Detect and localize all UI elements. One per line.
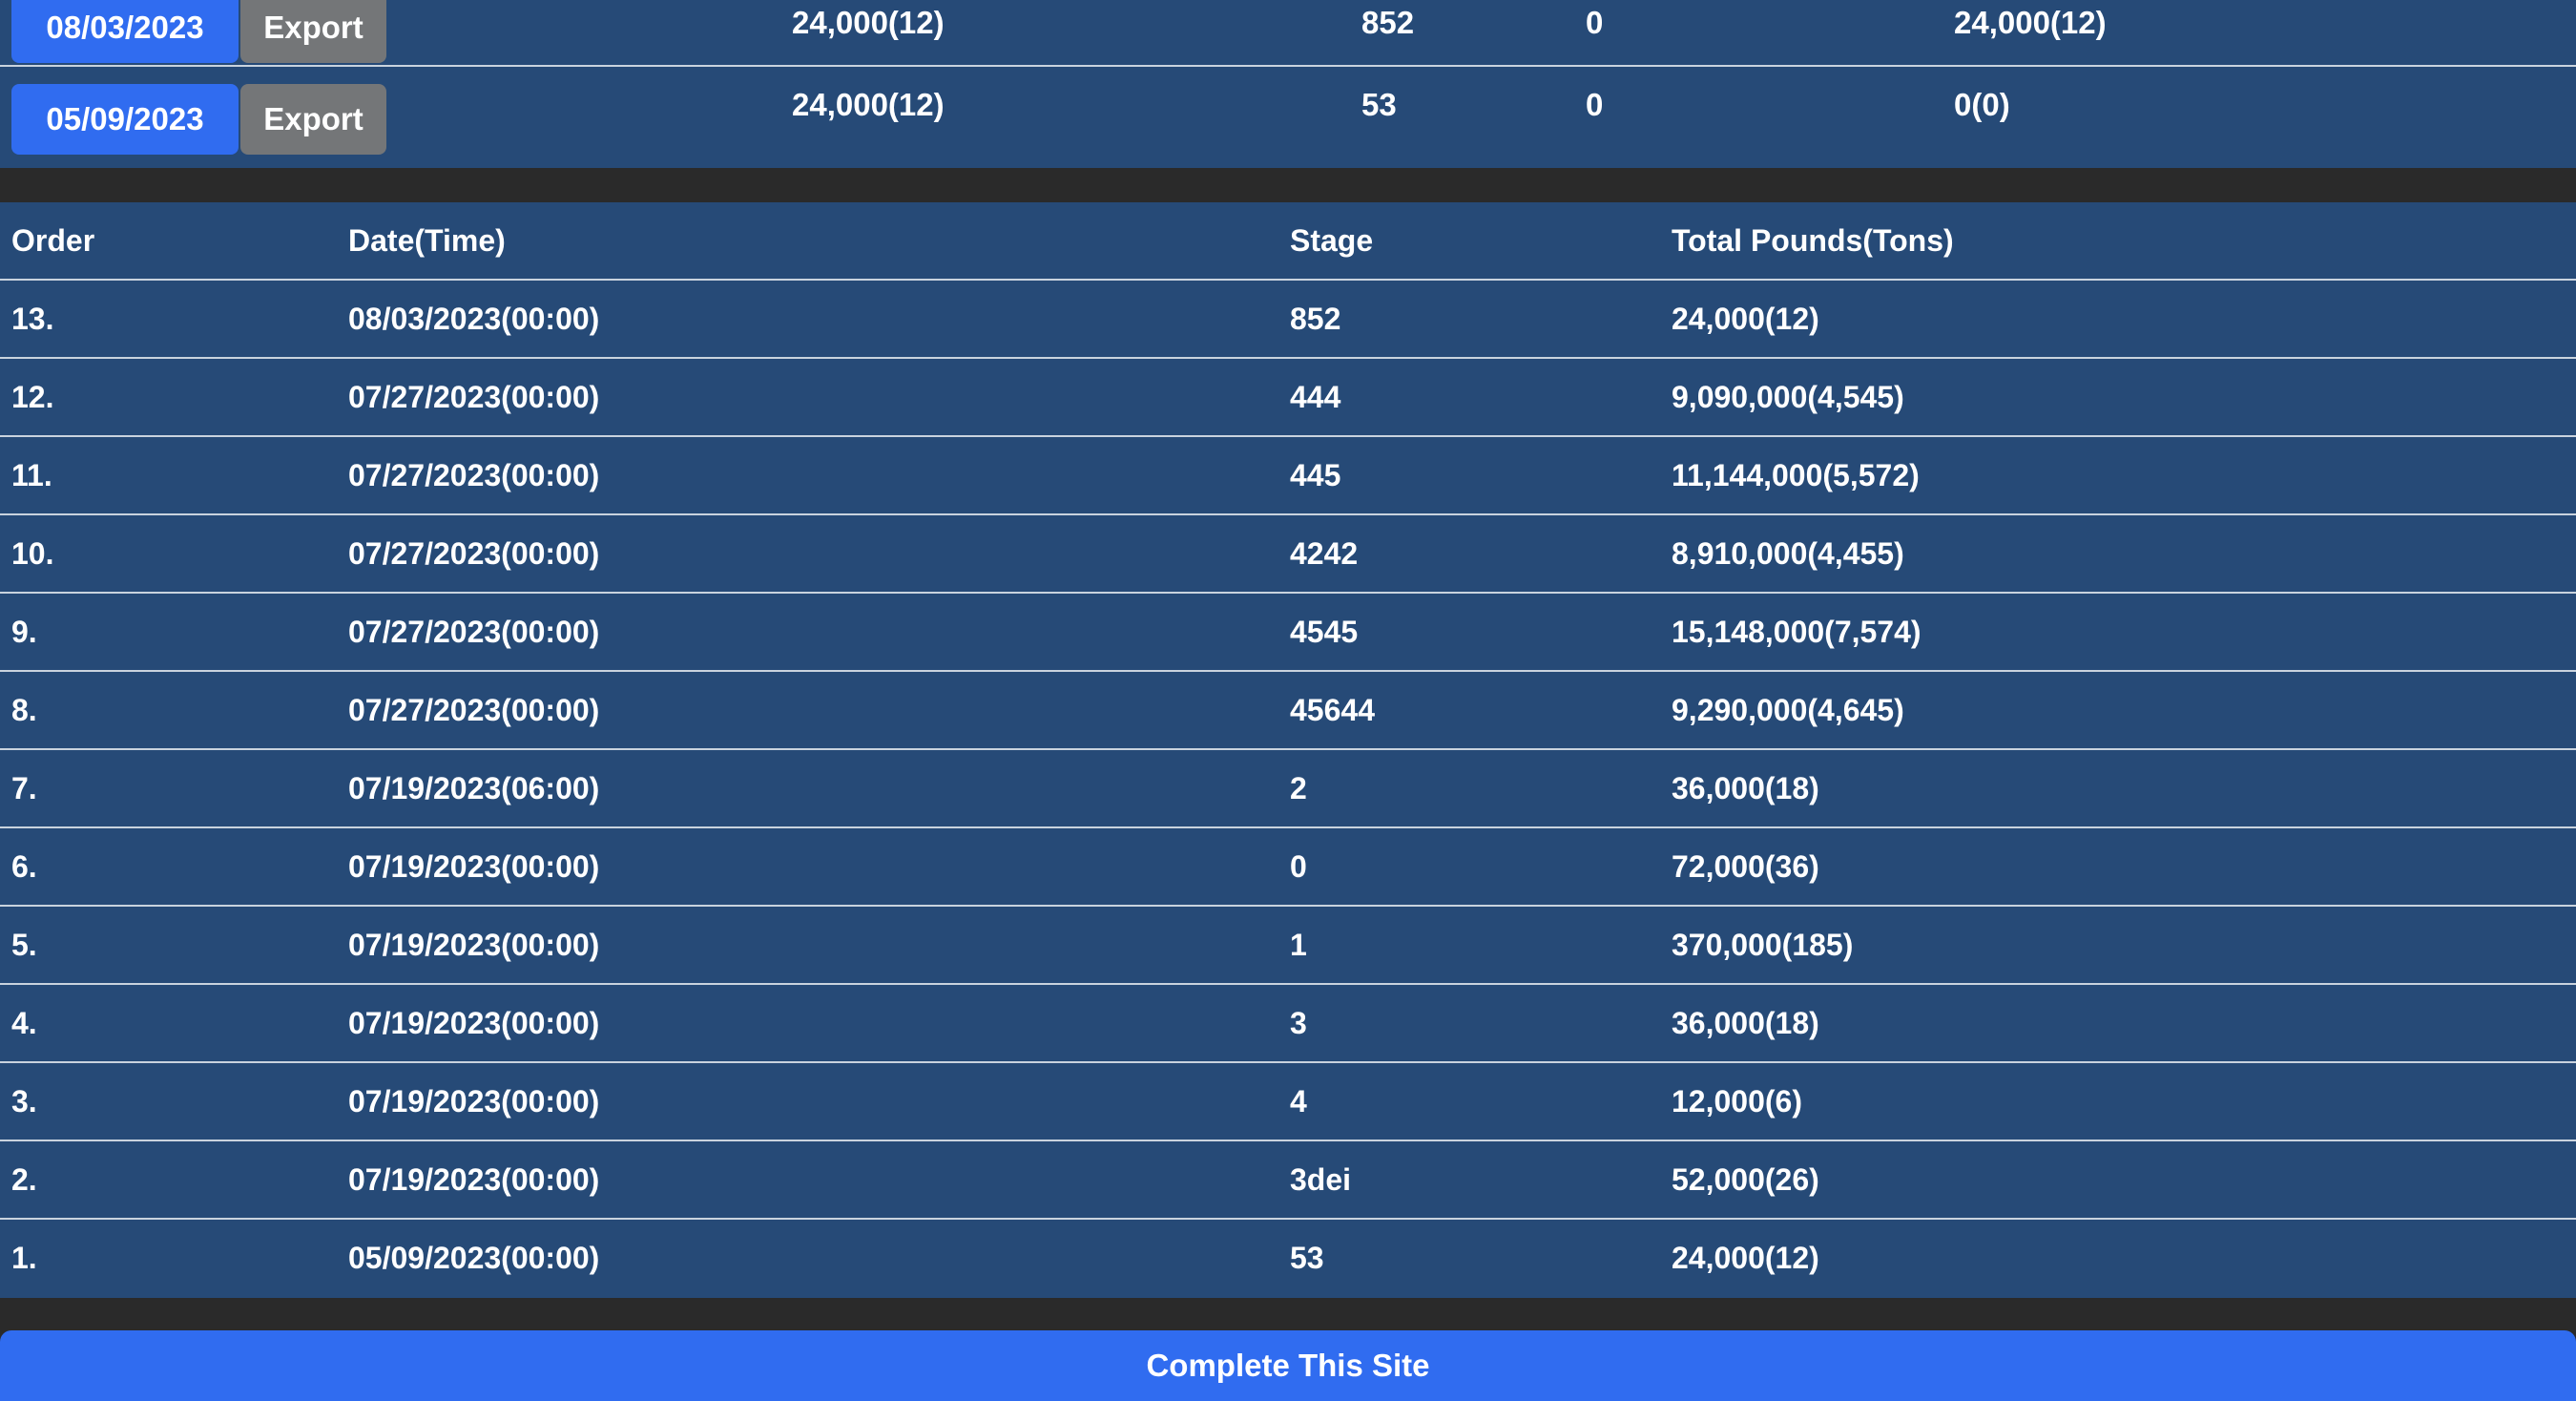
date-button[interactable]: 08/03/2023 (11, 0, 239, 63)
cell-date: 07/27/2023(00:00) (348, 458, 600, 492)
cell-stage: 4 (1290, 1084, 1307, 1119)
cell-total: 36,000(18) (1672, 1006, 1819, 1040)
table-row: 8. 07/27/2023(00:00) 45644 9,290,000(4,645) (0, 672, 2576, 750)
summary-stage: 852 (1361, 5, 1415, 40)
cell-date: 07/19/2023(00:00) (348, 1084, 600, 1119)
table-header-row: Order Date(Time) Stage Total Pounds(Tons… (0, 202, 2576, 281)
cell-stage: 3 (1290, 1006, 1307, 1040)
cell-date: 07/27/2023(00:00) (348, 380, 600, 414)
header-stage: Stage (1290, 223, 1374, 258)
cell-stage: 444 (1290, 380, 1341, 414)
cell-date: 08/03/2023(00:00) (348, 302, 600, 336)
header-total: Total Pounds(Tons) (1672, 223, 1954, 258)
orders-table: Order Date(Time) Stage Total Pounds(Tons… (0, 202, 2576, 1298)
cell-stage: 4545 (1290, 615, 1359, 649)
summary-table: 08/03/2023 Export 24,000(12) 852 0 24,00… (0, 0, 2576, 168)
cell-date: 07/27/2023(00:00) (348, 615, 600, 649)
cell-date: 07/19/2023(00:00) (348, 849, 600, 884)
cell-date: 07/19/2023(06:00) (348, 771, 600, 805)
table-row: 1. 05/09/2023(00:00) 53 24,000(12) (0, 1220, 2576, 1296)
cell-order: 5. (11, 928, 37, 962)
cell-order: 3. (11, 1084, 37, 1119)
summary-zero: 0 (1586, 87, 1604, 122)
cell-order: 13. (11, 302, 54, 336)
table-row: 5. 07/19/2023(00:00) 1 370,000(185) (0, 907, 2576, 985)
cell-stage: 53 (1290, 1241, 1324, 1275)
cell-total: 72,000(36) (1672, 849, 1819, 884)
cell-order: 4. (11, 1006, 37, 1040)
cell-date: 07/27/2023(00:00) (348, 693, 600, 727)
table-row: 4. 07/19/2023(00:00) 3 36,000(18) (0, 985, 2576, 1063)
cell-total: 8,910,000(4,455) (1672, 536, 1904, 571)
cell-date: 05/09/2023(00:00) (348, 1241, 600, 1275)
table-row: 10. 07/27/2023(00:00) 4242 8,910,000(4,455) (0, 515, 2576, 594)
cell-date: 07/19/2023(00:00) (348, 1006, 600, 1040)
cell-order: 8. (11, 693, 37, 727)
cell-order: 12. (11, 380, 54, 414)
cell-total: 12,000(6) (1672, 1084, 1802, 1119)
cell-stage: 2 (1290, 771, 1307, 805)
cell-stage: 3dei (1290, 1162, 1352, 1197)
cell-total: 36,000(18) (1672, 771, 1819, 805)
cell-total: 52,000(26) (1672, 1162, 1819, 1197)
summary-stage: 53 (1361, 87, 1397, 122)
cell-stage: 1 (1290, 928, 1307, 962)
cell-stage: 445 (1290, 458, 1341, 492)
summary-remaining: 0(0) (1954, 87, 2010, 122)
cell-stage: 0 (1290, 849, 1307, 884)
cell-stage: 45644 (1290, 693, 1375, 727)
summary-remaining: 24,000(12) (1954, 5, 2107, 40)
cell-order: 1. (11, 1241, 37, 1275)
cell-stage: 852 (1290, 302, 1341, 336)
cell-date: 07/19/2023(00:00) (348, 928, 600, 962)
cell-order: 9. (11, 615, 37, 649)
cell-date: 07/19/2023(00:00) (348, 1162, 600, 1197)
cell-stage: 4242 (1290, 536, 1359, 571)
cell-total: 9,090,000(4,545) (1672, 380, 1904, 414)
summary-total: 24,000(12) (792, 5, 945, 40)
table-row: 11. 07/27/2023(00:00) 445 11,144,000(5,572) (0, 437, 2576, 515)
cell-order: 6. (11, 849, 37, 884)
cell-total: 9,290,000(4,645) (1672, 693, 1904, 727)
app-root: 08/03/2023 Export 24,000(12) 852 0 24,00… (0, 0, 2576, 1401)
cell-total: 15,148,000(7,574) (1672, 615, 1922, 649)
table-body: 13. 08/03/2023(00:00) 852 24,000(12) 12. 07/2… (0, 281, 2576, 1296)
cell-date: 07/27/2023(00:00) (348, 536, 600, 571)
cell-total: 24,000(12) (1672, 1241, 1819, 1275)
header-date: Date(Time) (348, 223, 506, 258)
table-row: 2. 07/19/2023(00:00) 3dei 52,000(26) (0, 1141, 2576, 1220)
export-button[interactable]: Export (240, 84, 386, 155)
cell-total: 24,000(12) (1672, 302, 1819, 336)
summary-total: 24,000(12) (792, 87, 945, 122)
table-row: 7. 07/19/2023(06:00) 2 36,000(18) (0, 750, 2576, 828)
cell-total: 370,000(185) (1672, 928, 1854, 962)
cell-order: 7. (11, 771, 37, 805)
cell-order: 2. (11, 1162, 37, 1197)
summary-row: 05/09/2023 Export 24,000(12) 53 0 0(0) (0, 65, 2576, 166)
header-order: Order (11, 223, 95, 258)
summary-row: 08/03/2023 Export 24,000(12) 852 0 24,00… (0, 0, 2576, 67)
cell-order: 11. (11, 458, 52, 492)
cell-order: 10. (11, 536, 54, 571)
table-row: 12. 07/27/2023(00:00) 444 9,090,000(4,545) (0, 359, 2576, 437)
summary-zero: 0 (1586, 5, 1604, 40)
table-row: 6. 07/19/2023(00:00) 0 72,000(36) (0, 828, 2576, 907)
export-button[interactable]: Export (240, 0, 386, 63)
date-button[interactable]: 05/09/2023 (11, 84, 239, 155)
table-row: 13. 08/03/2023(00:00) 852 24,000(12) (0, 281, 2576, 359)
table-row: 3. 07/19/2023(00:00) 4 12,000(6) (0, 1063, 2576, 1141)
complete-site-button[interactable]: Complete This Site (0, 1330, 2576, 1401)
cell-total: 11,144,000(5,572) (1672, 458, 1920, 492)
table-row: 9. 07/27/2023(00:00) 4545 15,148,000(7,574) (0, 594, 2576, 672)
